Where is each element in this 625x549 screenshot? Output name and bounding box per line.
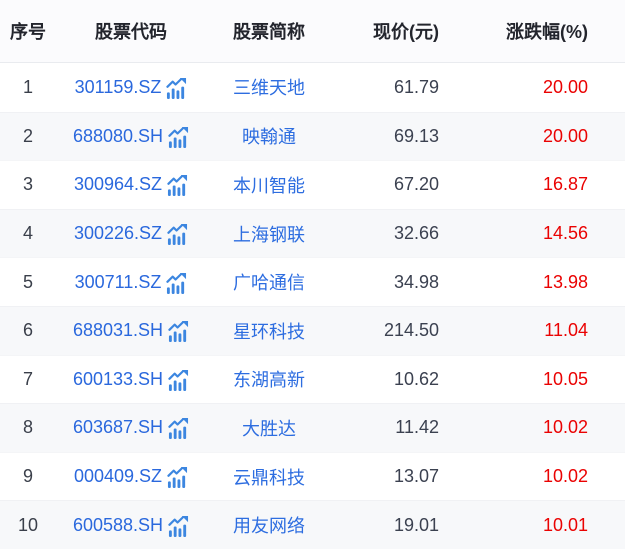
serial-cell: 9 [0,466,56,487]
price-cell: 32.66 [332,223,445,244]
table-row: 6 688031.SH 星环科技 214.50 11.04 [0,306,625,355]
change-cell: 16.87 [445,174,625,195]
stock-code-link[interactable]: 000409.SZ [74,466,162,487]
price-cell: 13.07 [332,466,445,487]
stock-name-cell: 本川智能 [206,172,332,198]
trend-chart-icon[interactable] [166,78,187,99]
serial-cell: 6 [0,320,56,341]
trend-chart-icon[interactable] [168,321,189,342]
price-cell: 61.79 [332,77,445,98]
stock-name-cell: 三维天地 [206,74,332,100]
stock-name-cell: 广哈通信 [206,269,332,295]
stock-name-cell: 大胜达 [206,415,332,441]
stock-name-link[interactable]: 映翰通 [242,127,296,147]
stock-code-cell: 688080.SH [56,126,206,147]
trend-chart-icon[interactable] [166,273,187,294]
stock-code-link[interactable]: 688031.SH [73,320,163,341]
serial-cell: 5 [0,272,56,293]
table-row: 3 300964.SZ 本川智能 67.20 16.87 [0,160,625,209]
trend-chart-icon[interactable] [168,370,189,391]
stock-code-link[interactable]: 300964.SZ [74,174,162,195]
stock-code-cell: 300964.SZ [56,174,206,195]
stock-code-cell: 301159.SZ [56,77,206,98]
change-cell: 13.98 [445,272,625,293]
stock-name-link[interactable]: 东湖高新 [233,370,305,390]
stock-name-link[interactable]: 广哈通信 [233,273,305,293]
stock-name-link[interactable]: 三维天地 [233,78,305,98]
stock-name-link[interactable]: 大胜达 [242,419,296,439]
stock-name-link[interactable]: 上海钢联 [233,225,305,245]
col-header-code: 股票代码 [56,18,206,44]
serial-cell: 10 [0,515,56,536]
stock-code-link[interactable]: 600588.SH [73,515,163,536]
col-header-change: 涨跌幅(%) [445,18,625,44]
price-cell: 214.50 [332,320,445,341]
serial-cell: 7 [0,369,56,390]
col-header-index: 序号 [0,18,56,44]
stock-code-link[interactable]: 301159.SZ [75,77,162,98]
table-row: 5 300711.SZ 广哈通信 34.98 13.98 [0,257,625,306]
serial-cell: 8 [0,417,56,438]
serial-cell: 1 [0,77,56,98]
trend-chart-icon[interactable] [168,127,189,148]
table-row: 2 688080.SH 映翰通 69.13 20.00 [0,112,625,161]
stock-name-cell: 上海钢联 [206,221,332,247]
change-cell: 10.05 [445,369,625,390]
table-row: 7 600133.SH 东湖高新 10.62 10.05 [0,355,625,404]
price-cell: 11.42 [332,417,445,438]
change-cell: 20.00 [445,77,625,98]
stock-name-link[interactable]: 用友网络 [233,516,305,536]
stock-name-link[interactable]: 本川智能 [233,176,305,196]
table-body: 1 301159.SZ 三维天地 61.79 20.00 [0,63,625,549]
trend-chart-icon[interactable] [167,467,188,488]
stock-name-cell: 东湖高新 [206,366,332,392]
stock-code-link[interactable]: 688080.SH [73,126,163,147]
stock-code-cell: 603687.SH [56,417,206,438]
stock-code-cell: 000409.SZ [56,466,206,487]
table-row: 8 603687.SH 大胜达 11.42 10.02 [0,403,625,452]
serial-cell: 2 [0,126,56,147]
change-cell: 10.01 [445,515,625,536]
stock-code-cell: 688031.SH [56,320,206,341]
price-cell: 67.20 [332,174,445,195]
col-header-price: 现价(元) [332,18,445,44]
serial-cell: 4 [0,223,56,244]
table-header-row: 序号 股票代码 股票简称 现价(元) 涨跌幅(%) [0,0,625,63]
stock-name-cell: 映翰通 [206,123,332,149]
change-cell: 14.56 [445,223,625,244]
change-cell: 20.00 [445,126,625,147]
stock-code-link[interactable]: 300226.SZ [74,223,162,244]
stock-code-cell: 600133.SH [56,369,206,390]
stock-code-link[interactable]: 603687.SH [73,417,163,438]
table-row: 10 600588.SH 用友网络 19.01 10.01 [0,500,625,549]
stock-name-cell: 星环科技 [206,318,332,344]
trend-chart-icon[interactable] [167,175,188,196]
change-cell: 10.02 [445,466,625,487]
change-cell: 11.04 [445,320,625,341]
trend-chart-icon[interactable] [167,224,188,245]
price-cell: 69.13 [332,126,445,147]
stock-table: 序号 股票代码 股票简称 现价(元) 涨跌幅(%) 1 301159.SZ [0,0,625,549]
stock-code-cell: 600588.SH [56,515,206,536]
price-cell: 34.98 [332,272,445,293]
table-row: 1 301159.SZ 三维天地 61.79 20.00 [0,63,625,112]
stock-code-link[interactable]: 600133.SH [73,369,163,390]
stock-code-cell: 300711.SZ [56,272,206,293]
price-cell: 19.01 [332,515,445,536]
serial-cell: 3 [0,174,56,195]
table-row: 4 300226.SZ 上海钢联 32.66 14.56 [0,209,625,258]
col-header-name: 股票简称 [206,18,332,44]
stock-name-link[interactable]: 云鼎科技 [233,468,305,488]
stock-name-link[interactable]: 星环科技 [233,322,305,342]
trend-chart-icon[interactable] [168,516,189,537]
trend-chart-icon[interactable] [168,418,189,439]
stock-code-link[interactable]: 300711.SZ [75,272,162,293]
price-cell: 10.62 [332,369,445,390]
change-cell: 10.02 [445,417,625,438]
stock-name-cell: 云鼎科技 [206,464,332,490]
table-row: 9 000409.SZ 云鼎科技 13.07 10.02 [0,452,625,501]
stock-name-cell: 用友网络 [206,512,332,538]
stock-code-cell: 300226.SZ [56,223,206,244]
